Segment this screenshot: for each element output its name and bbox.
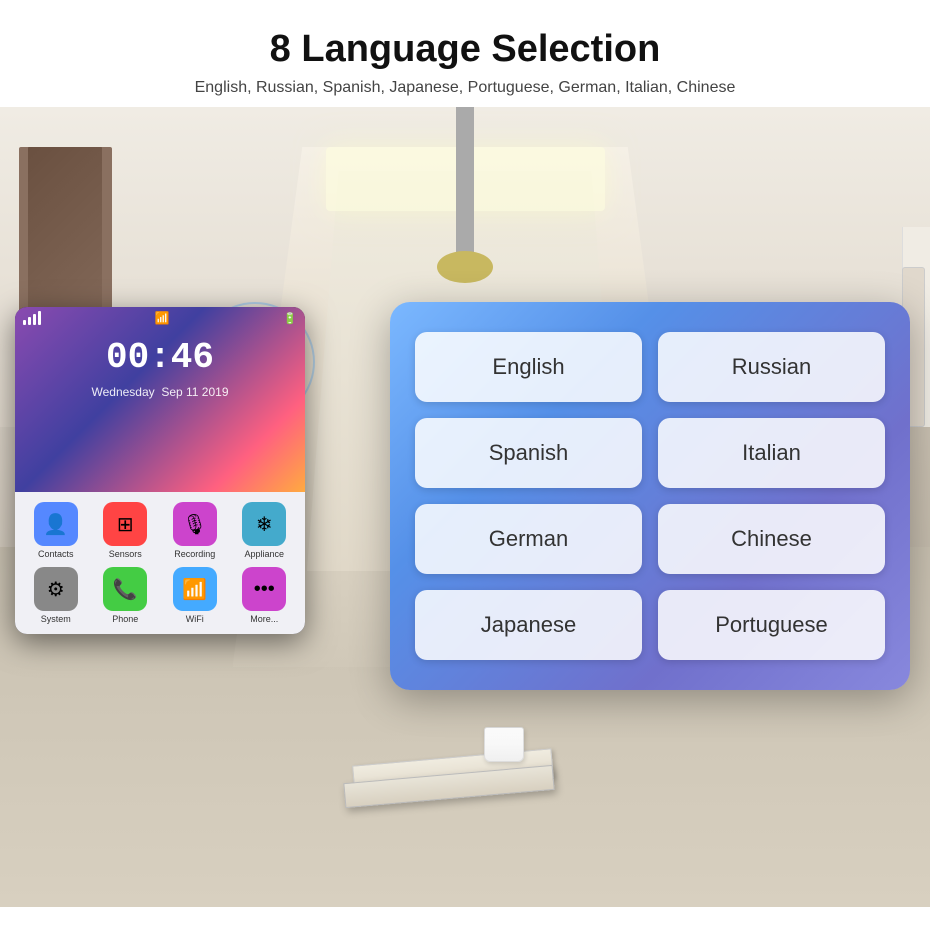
pendant-light — [437, 251, 493, 283]
device-container: 📶 🔋 00:46 Wednesday Sep 11 2019 👤 Contac… — [15, 307, 305, 634]
battery-icon: 🔋 — [283, 312, 297, 325]
system-icon: ⚙ — [34, 567, 78, 611]
lang-button-portuguese[interactable]: Portuguese — [658, 590, 885, 660]
lang-button-english[interactable]: English — [415, 332, 642, 402]
app-sensors[interactable]: ⊞ Sensors — [95, 502, 157, 559]
app-appliance[interactable]: ❄ Appliance — [234, 502, 296, 559]
appliance-label: Appliance — [244, 549, 284, 559]
lang-button-chinese[interactable]: Chinese — [658, 504, 885, 574]
lang-button-japanese[interactable]: Japanese — [415, 590, 642, 660]
page-subtitle: English, Russian, Spanish, Japanese, Por… — [20, 79, 910, 97]
wifi-app-icon: 📶 — [173, 567, 217, 611]
sensors-icon: ⊞ — [103, 502, 147, 546]
more-icon: ••• — [242, 567, 286, 611]
signal-bar-3 — [33, 314, 36, 325]
page-title: 8 Language Selection — [20, 28, 910, 71]
page-header: 8 Language Selection English, Russian, S… — [0, 0, 930, 107]
device-screen: 📶 🔋 00:46 Wednesday Sep 11 2019 — [15, 307, 305, 492]
language-grid: English Russian Spanish Italian German C… — [415, 332, 885, 660]
app-more[interactable]: ••• More... — [234, 567, 296, 624]
system-label: System — [41, 614, 71, 624]
language-panel: English Russian Spanish Italian German C… — [390, 302, 910, 690]
recording-label: Recording — [174, 549, 215, 559]
app-contacts[interactable]: 👤 Contacts — [25, 502, 87, 559]
more-label: More... — [250, 614, 278, 624]
app-recording[interactable]: 🎙 Recording — [164, 502, 226, 559]
app-system[interactable]: ⚙ System — [25, 567, 87, 624]
appliance-icon: ❄ — [242, 502, 286, 546]
app-phone[interactable]: 📞 Phone — [95, 567, 157, 624]
lang-button-spanish[interactable]: Spanish — [415, 418, 642, 488]
main-area: 📶 🔋 00:46 Wednesday Sep 11 2019 👤 Contac… — [0, 107, 930, 907]
lang-button-russian[interactable]: Russian — [658, 332, 885, 402]
pendant-wire — [456, 107, 475, 267]
status-bar: 📶 🔋 — [15, 307, 305, 329]
phone-label: Phone — [112, 614, 138, 624]
wifi-label: WiFi — [186, 614, 204, 624]
signal-bar-4 — [38, 311, 41, 325]
lang-button-italian[interactable]: Italian — [658, 418, 885, 488]
contacts-icon: 👤 — [34, 502, 78, 546]
lang-button-german[interactable]: German — [415, 504, 642, 574]
signal-bars — [23, 311, 41, 325]
app-grid: 👤 Contacts ⊞ Sensors 🎙 Recording ❄ Appli… — [15, 492, 305, 634]
signal-bar-2 — [28, 317, 31, 325]
signal-bar-1 — [23, 320, 26, 325]
device-time: 00:46 — [106, 337, 214, 378]
device-date: Wednesday Sep 11 2019 — [92, 385, 229, 399]
recording-icon: 🎙 — [173, 502, 217, 546]
device: 📶 🔋 00:46 Wednesday Sep 11 2019 👤 Contac… — [15, 307, 305, 634]
wifi-icon: 📶 — [155, 311, 170, 325]
contacts-label: Contacts — [38, 549, 74, 559]
phone-icon: 📞 — [103, 567, 147, 611]
app-wifi[interactable]: 📶 WiFi — [164, 567, 226, 624]
cup — [484, 727, 524, 762]
sensors-label: Sensors — [109, 549, 142, 559]
